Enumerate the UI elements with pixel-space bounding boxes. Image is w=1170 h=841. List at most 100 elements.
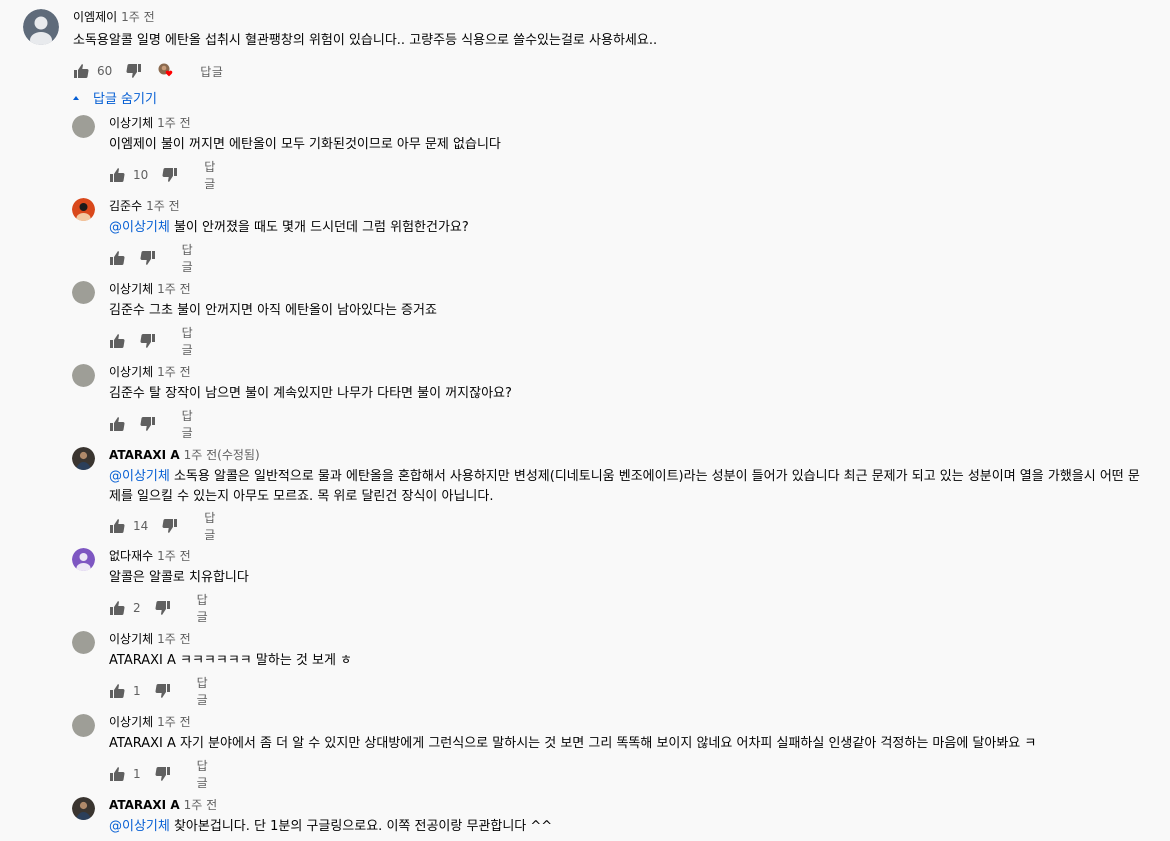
avatar[interactable] <box>72 447 95 470</box>
comment-text: @이상기체 소독용 알콜은 일반적으로 물과 에탄올을 혼합해서 사용하지만 변… <box>109 467 1141 507</box>
timestamp[interactable]: 1주 전 <box>157 549 191 563</box>
thumbs-down-icon[interactable] <box>162 167 178 183</box>
comment-header: 김준수 1주 전 <box>109 198 180 214</box>
reply-button[interactable]: 답글 <box>200 63 223 80</box>
thumbs-down-icon[interactable] <box>155 766 171 782</box>
hide-replies-label: 답글 숨기기 <box>93 92 157 107</box>
timestamp[interactable]: 1주 전 <box>157 715 191 729</box>
timestamp[interactable]: 1주 전 <box>157 282 191 296</box>
reply-button[interactable]: 답글 <box>197 591 209 625</box>
author-name[interactable]: 이상기체 <box>109 116 153 130</box>
mention-link[interactable]: @이상기체 <box>109 220 170 235</box>
comment-body: 불이 안꺼졌을 때도 몇개 드시던데 그럼 위험한건가요? <box>169 220 469 235</box>
reply-button[interactable]: 답글 <box>204 158 216 192</box>
timestamp[interactable]: 1주 전 <box>157 365 191 379</box>
comment-text: 김준수 탈 장작이 남으면 불이 계속있지만 나무가 다타면 불이 꺼지잖아요? <box>109 384 512 404</box>
author-name[interactable]: 이상기체 <box>109 632 153 646</box>
thumbs-up-icon[interactable] <box>109 416 125 432</box>
comment-toolbar: 답글 <box>109 243 199 274</box>
comment-toolbar: 답글 <box>109 409 199 440</box>
comments-section: 이엠제이 1주 전 소독용알콜 일명 에탄올 섭취시 혈관팽창의 위험이 있습니다… <box>0 0 1170 841</box>
avatar[interactable] <box>72 631 95 654</box>
author-name[interactable]: 없다재수 <box>109 549 153 563</box>
thumbs-up-icon[interactable] <box>109 333 125 349</box>
thumbs-up-icon[interactable] <box>73 63 89 79</box>
like-count: 60 <box>97 64 113 78</box>
comment-text: ATARAXI A 자기 분야에서 좀 더 알 수 있지만 상대방에게 그런식으… <box>109 734 1036 754</box>
comment-body: 소독용 알콜은 일반적으로 물과 에탄올을 혼합해서 사용하지만 변성제(디네토… <box>109 469 1140 504</box>
comment-body: 김준수 탈 장작이 남으면 불이 계속있지만 나무가 다타면 불이 꺼지잖아요? <box>109 386 512 401</box>
comment-text: 소독용알콜 일명 에탄올 섭취시 혈관팽창의 위험이 있습니다.. 고량주등 식… <box>73 33 658 48</box>
thumbs-up-icon[interactable] <box>109 167 125 183</box>
thumbs-down-icon[interactable] <box>140 250 156 266</box>
thumbs-up-icon[interactable] <box>109 766 125 782</box>
avatar[interactable] <box>72 198 95 221</box>
like-count: 1 <box>133 767 141 781</box>
comment-header: 이상기체 1주 전 <box>109 115 191 131</box>
author-name[interactable]: 김준수 <box>109 199 142 213</box>
caret-up-icon <box>73 95 79 100</box>
comment-header: ATARAXI A 1주 전 <box>109 797 217 813</box>
author-name[interactable]: 이상기체 <box>109 715 153 729</box>
comment-text: 이엠제이 불이 꺼지면 에탄올이 모두 기화된것이므로 아무 문제 없습니다 <box>109 135 501 155</box>
avatar[interactable] <box>72 797 95 820</box>
reply-button[interactable]: 답글 <box>197 757 209 791</box>
comment-header: 이상기체 1주 전 <box>109 281 191 297</box>
avatar[interactable] <box>72 281 95 304</box>
comment-toolbar: 2 답글 <box>109 593 208 624</box>
thumbs-down-icon[interactable] <box>140 333 156 349</box>
comment-body: ATARAXI A 자기 분야에서 좀 더 알 수 있지만 상대방에게 그런식으… <box>109 736 1037 751</box>
timestamp[interactable]: 1주 전(수정됨) <box>184 448 260 462</box>
thumbs-down-icon[interactable] <box>155 683 171 699</box>
timestamp[interactable]: 1주 전 <box>184 798 218 812</box>
author-name[interactable]: 이상기체 <box>109 282 153 296</box>
mention-link[interactable]: @이상기체 <box>109 819 170 834</box>
comment-toolbar: 답글 <box>109 326 199 357</box>
like-count: 1 <box>133 684 141 698</box>
avatar[interactable] <box>23 9 59 45</box>
timestamp[interactable]: 1주 전 <box>157 632 191 646</box>
comment-toolbar: 60 답글 <box>73 61 223 81</box>
reply-button[interactable]: 답글 <box>204 509 216 543</box>
comment-text: @이상기체 불이 안꺼졌을 때도 몇개 드시던데 그럼 위험한건가요? <box>109 218 469 238</box>
avatar[interactable] <box>72 548 95 571</box>
mention-link[interactable]: @이상기체 <box>109 469 170 484</box>
reply-button[interactable]: 답글 <box>197 674 209 708</box>
avatar[interactable] <box>72 714 95 737</box>
comment-body: 알콜은 알콜로 치유합니다 <box>109 570 249 585</box>
comment-header: 이상기체 1주 전 <box>109 714 191 730</box>
comment-toolbar: 14 답글 <box>109 511 216 542</box>
like-count: 2 <box>133 601 141 615</box>
author-name[interactable]: ATARAXI A <box>109 798 180 812</box>
like-count: 14 <box>133 519 149 533</box>
thumbs-up-icon[interactable] <box>109 250 125 266</box>
thumbs-up-icon[interactable] <box>109 600 125 616</box>
avatar[interactable] <box>72 115 95 138</box>
thumbs-up-icon[interactable] <box>109 518 125 534</box>
reply-button[interactable]: 답글 <box>182 407 199 441</box>
timestamp[interactable]: 1주 전 <box>146 199 180 213</box>
comment-text: ATARAXI A ㅋㅋㅋㅋㅋㅋ 말하는 것 보게 ㅎ <box>109 651 352 671</box>
comment-text: @이상기체 찾아본겁니다. 단 1분의 구글링으로요. 이쪽 전공이랑 무관합니… <box>109 817 552 837</box>
hide-replies-button[interactable]: 답글 숨기기 <box>73 88 157 107</box>
comment-toolbar: 1 답글 <box>109 676 208 707</box>
comment-body: 이엠제이 불이 꺼지면 에탄올이 모두 기화된것이므로 아무 문제 없습니다 <box>109 137 501 152</box>
thumbs-down-icon[interactable] <box>162 518 178 534</box>
timestamp[interactable]: 1주 전 <box>121 10 155 24</box>
thumbs-down-icon[interactable] <box>126 63 142 79</box>
comment-body: ATARAXI A ㅋㅋㅋㅋㅋㅋ 말하는 것 보게 ㅎ <box>109 653 353 668</box>
thumbs-down-icon[interactable] <box>155 600 171 616</box>
timestamp[interactable]: 1주 전 <box>157 116 191 130</box>
like-count: 10 <box>133 168 149 182</box>
author-name[interactable]: 이상기체 <box>109 365 153 379</box>
author-name[interactable]: 이엠제이 <box>73 10 117 24</box>
reply-button[interactable]: 답글 <box>182 241 199 275</box>
comment-text: 김준수 그초 불이 안꺼지면 아직 에탄올이 남아있다는 증거죠 <box>109 301 437 321</box>
avatar[interactable] <box>72 364 95 387</box>
comment-body: 찾아본겁니다. 단 1분의 구글링으로요. 이쪽 전공이랑 무관합니다 ^^ <box>169 819 553 834</box>
author-name[interactable]: ATARAXI A <box>109 448 180 462</box>
thumbs-down-icon[interactable] <box>140 416 156 432</box>
thumbs-up-icon[interactable] <box>109 683 125 699</box>
reply-button[interactable]: 답글 <box>182 324 199 358</box>
comment-header: ATARAXI A 1주 전(수정됨) <box>109 447 260 463</box>
